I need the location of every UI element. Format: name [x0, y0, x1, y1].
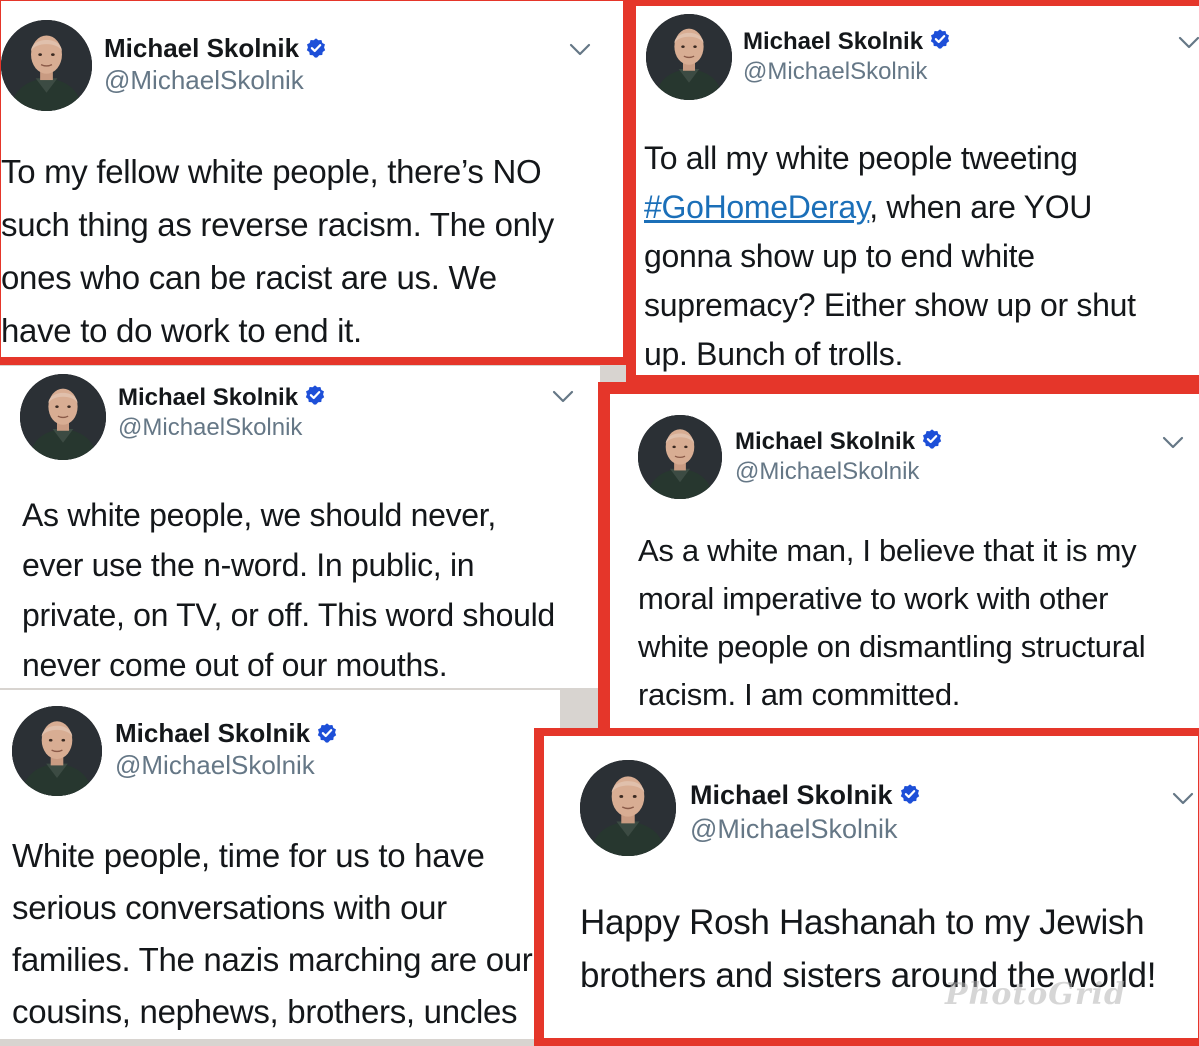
- verified-badge-icon: [305, 35, 327, 66]
- tweet-line: gonna show up to end white: [644, 238, 1035, 274]
- handle[interactable]: @MichaelSkolnik: [735, 458, 919, 486]
- tweet-text: As white people, we should never, ever u…: [22, 490, 555, 688]
- avatar[interactable]: [1, 20, 92, 111]
- display-name[interactable]: Michael Skolnik: [735, 428, 943, 457]
- verified-badge-icon: [304, 384, 326, 413]
- display-name-text: Michael Skolnik: [118, 384, 299, 411]
- tweet-line: supremacy? Either show up or shut: [644, 287, 1136, 323]
- tweet-card-2: Michael Skolnik @MichaelSkolnik To all m…: [626, 0, 1199, 382]
- tweet-card-6: Michael Skolnik @MichaelSkolnik Happy Ro…: [534, 728, 1199, 1046]
- tweet-line: To all my white people tweeting: [644, 140, 1078, 176]
- handle[interactable]: @MichaelSkolnik: [118, 414, 302, 442]
- chevron-down-icon[interactable]: [1172, 792, 1194, 806]
- display-name[interactable]: Michael Skolnik: [115, 718, 338, 751]
- tweet-line: private, on TV, or off. This word should: [22, 597, 555, 633]
- tweet-card-3: Michael Skolnik @MichaelSkolnik As white…: [0, 366, 600, 688]
- tweet-line: families. The nazis marching are our: [12, 941, 533, 978]
- chevron-down-icon[interactable]: [569, 43, 591, 57]
- tweet-line: cousins, nephews, brothers, uncles: [12, 993, 518, 1030]
- handle[interactable]: @MichaelSkolnik: [690, 814, 897, 845]
- handle[interactable]: @MichaelSkolnik: [104, 65, 304, 96]
- display-name[interactable]: Michael Skolnik: [743, 28, 951, 57]
- avatar[interactable]: [580, 760, 676, 856]
- tweet-line: White people, time for us to have: [12, 837, 485, 874]
- verified-badge-icon: [921, 428, 943, 457]
- display-name-text: Michael Skolnik: [743, 28, 924, 55]
- handle[interactable]: @MichaelSkolnik: [743, 58, 927, 86]
- tweet-line: Happy Rosh Hashanah to my Jewish: [580, 903, 1145, 942]
- display-name[interactable]: Michael Skolnik: [104, 33, 327, 66]
- verified-badge-icon: [929, 28, 951, 57]
- tweet-line: #GoHomeDeray, when are YOU: [644, 183, 1136, 232]
- display-name-text: Michael Skolnik: [104, 33, 300, 63]
- tweet-line: To my fellow white people, there’s NO: [1, 153, 542, 190]
- chevron-down-icon[interactable]: [552, 390, 574, 404]
- verified-badge-icon: [316, 720, 338, 751]
- tweet-line: have to do work to end it.: [1, 312, 362, 349]
- chevron-down-icon[interactable]: [1162, 436, 1184, 450]
- verified-badge-icon: [899, 781, 921, 812]
- tweet-line: As a white man, I believe that it is my: [638, 533, 1137, 568]
- tweet-line: never come out of our mouths.: [22, 647, 448, 683]
- display-name[interactable]: Michael Skolnik: [690, 780, 921, 812]
- tweet-line: serious conversations with our: [12, 889, 447, 926]
- tweet-line: As white people, we should never,: [22, 497, 496, 533]
- display-name[interactable]: Michael Skolnik: [118, 384, 326, 413]
- display-name-text: Michael Skolnik: [115, 718, 311, 748]
- tweet-text: To my fellow white people, there’s NO su…: [1, 145, 554, 357]
- watermark: PhotoGrid: [944, 977, 1126, 1012]
- tweet-line: such thing as reverse racism. The only: [1, 206, 554, 243]
- tweet-card-1: Michael Skolnik @MichaelSkolnik To my fe…: [0, 0, 631, 365]
- tweet-line: white people on dismantling structural: [638, 629, 1146, 664]
- tweet-line: racism. I am committed.: [638, 677, 961, 712]
- tweet-line: ever use the n-word. In public, in: [22, 547, 475, 583]
- avatar[interactable]: [646, 14, 732, 100]
- chevron-down-icon[interactable]: [1178, 36, 1199, 50]
- tweet-line: ones who can be racist are us. We: [1, 259, 497, 296]
- handle[interactable]: @MichaelSkolnik: [115, 750, 315, 781]
- tweet-line: moral imperative to work with other: [638, 581, 1109, 616]
- display-name-text: Michael Skolnik: [735, 428, 916, 455]
- display-name-text: Michael Skolnik: [690, 780, 893, 810]
- hashtag-link[interactable]: #GoHomeDeray: [644, 189, 870, 225]
- avatar[interactable]: [638, 415, 722, 499]
- tweet-card-4: Michael Skolnik @MichaelSkolnik As a whi…: [598, 382, 1199, 742]
- tweet-line-rest: , when are YOU: [869, 189, 1093, 225]
- tweet-card-5: Michael Skolnik @MichaelSkolnik White pe…: [0, 690, 560, 1039]
- tweet-text: White people, time for us to have seriou…: [12, 830, 533, 1038]
- tweet-text: To all my white people tweeting #GoHomeD…: [644, 134, 1136, 375]
- tweet-text: As a white man, I believe that it is my …: [638, 527, 1146, 719]
- tweet-line: up. Bunch of trolls.: [644, 336, 904, 372]
- avatar[interactable]: [12, 706, 102, 796]
- avatar[interactable]: [20, 374, 106, 460]
